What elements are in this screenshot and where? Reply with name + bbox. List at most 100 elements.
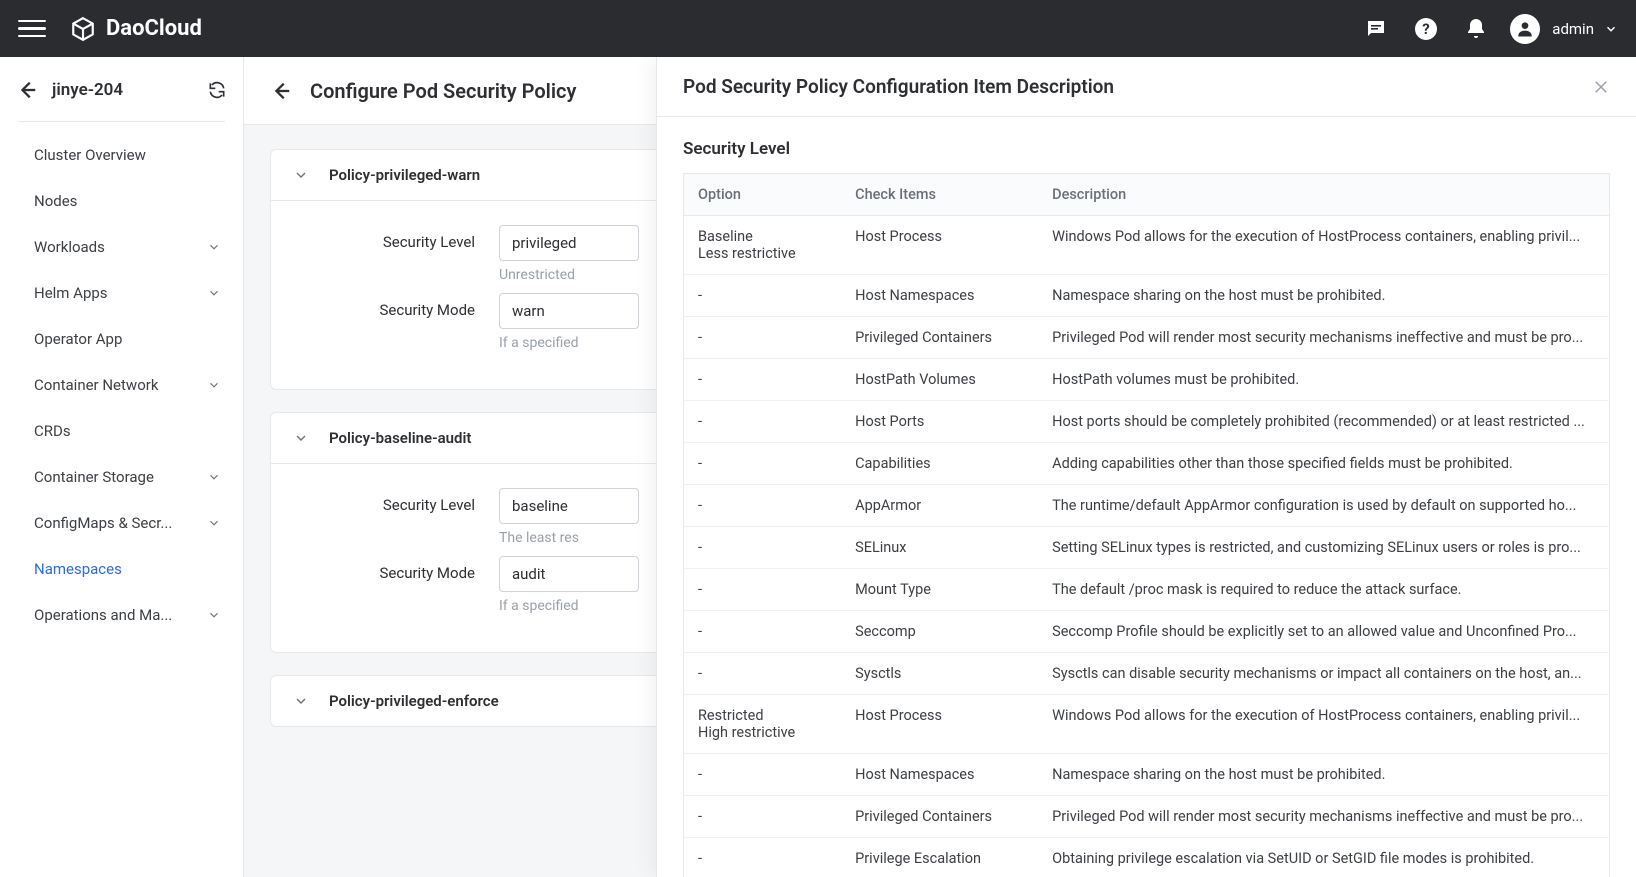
sidebar-item[interactable]: Nodes bbox=[0, 178, 243, 224]
table-row: -AppArmorThe runtime/default AppArmor co… bbox=[684, 485, 1610, 527]
messages-button[interactable] bbox=[1362, 15, 1390, 43]
divider bbox=[18, 121, 225, 122]
sidebar: jinye-204 Cluster Overview Nodes Workloads… bbox=[0, 57, 244, 877]
check-cell: Host Process bbox=[841, 695, 1038, 754]
page-title: Configure Pod Security Policy bbox=[310, 79, 576, 103]
chevron-down-icon bbox=[293, 167, 309, 183]
notifications-button[interactable] bbox=[1462, 15, 1490, 43]
sidebar-item[interactable]: Helm Apps bbox=[0, 270, 243, 316]
menu-toggle-button[interactable] bbox=[18, 15, 46, 43]
help-button[interactable]: ? bbox=[1412, 15, 1440, 43]
svg-text:?: ? bbox=[1423, 20, 1430, 38]
description-cell: Privileged Pod will render most security… bbox=[1038, 796, 1609, 838]
refresh-icon[interactable] bbox=[207, 80, 227, 100]
option-cell: - bbox=[684, 485, 842, 527]
description-cell: Host ports should be completely prohibit… bbox=[1038, 401, 1609, 443]
security-level-label: Security Level bbox=[299, 225, 499, 251]
policy-name: Policy-privileged-warn bbox=[329, 166, 480, 184]
username-label: admin bbox=[1552, 20, 1594, 38]
sidebar-item-label: Container Network bbox=[34, 376, 158, 394]
col-check: Check Items bbox=[841, 174, 1038, 216]
cluster-header: jinye-204 bbox=[0, 61, 243, 117]
sidebar-item-label: Cluster Overview bbox=[34, 146, 146, 164]
description-cell: Namespace sharing on the host must be pr… bbox=[1038, 754, 1609, 796]
security-level-select[interactable]: baseline bbox=[499, 488, 639, 524]
table-row: -HostPath VolumesHostPath volumes must b… bbox=[684, 359, 1610, 401]
back-arrow-icon[interactable] bbox=[16, 79, 38, 101]
description-cell: Windows Pod allows for the execution of … bbox=[1038, 695, 1609, 754]
sidebar-item-label: Operations and Ma... bbox=[34, 606, 172, 624]
topbar: DaoCloud ? admin bbox=[0, 0, 1636, 57]
table-row: -Host PortsHost ports should be complete… bbox=[684, 401, 1610, 443]
sidebar-item[interactable]: Cluster Overview bbox=[0, 132, 243, 178]
option-cell: RestrictedHigh restrictive bbox=[684, 695, 842, 754]
check-cell: Capabilities bbox=[841, 443, 1038, 485]
col-desc: Description bbox=[1038, 174, 1609, 216]
security-level-label: Security Level bbox=[299, 488, 499, 514]
chevron-down-icon bbox=[207, 286, 221, 300]
description-table: Option Check Items Description BaselineL… bbox=[683, 173, 1610, 877]
sidebar-item[interactable]: Container Storage bbox=[0, 454, 243, 500]
sidebar-item-label: Workloads bbox=[34, 238, 105, 256]
sidebar-item[interactable]: Operations and Ma... bbox=[0, 592, 243, 638]
user-icon bbox=[1515, 19, 1535, 39]
brand-logo[interactable]: DaoCloud bbox=[70, 16, 202, 42]
option-cell: BaselineLess restrictive bbox=[684, 216, 842, 275]
section-title: Security Level bbox=[683, 139, 1610, 159]
chevron-down-icon bbox=[293, 693, 309, 709]
main-area: Configure Pod Security Policy Policy-pri… bbox=[244, 57, 1636, 877]
drawer-title: Pod Security Policy Configuration Item D… bbox=[683, 75, 1114, 98]
sidebar-item[interactable]: Workloads bbox=[0, 224, 243, 270]
sidebar-item-label: Helm Apps bbox=[34, 284, 108, 302]
chevron-down-icon bbox=[207, 240, 221, 254]
check-cell: AppArmor bbox=[841, 485, 1038, 527]
description-cell: Windows Pod allows for the execution of … bbox=[1038, 216, 1609, 275]
option-cell: - bbox=[684, 754, 842, 796]
check-cell: Host Ports bbox=[841, 401, 1038, 443]
check-cell: Sysctls bbox=[841, 653, 1038, 695]
user-menu[interactable]: admin bbox=[1510, 14, 1618, 44]
sidebar-item[interactable]: Container Network bbox=[0, 362, 243, 408]
help-icon: ? bbox=[1414, 17, 1438, 41]
sidebar-item-label: Operator App bbox=[34, 330, 122, 348]
table-row: -Host NamespacesNamespace sharing on the… bbox=[684, 754, 1610, 796]
sidebar-item-label: Nodes bbox=[34, 192, 77, 210]
chevron-down-icon bbox=[293, 430, 309, 446]
description-cell: HostPath volumes must be prohibited. bbox=[1038, 359, 1609, 401]
chevron-down-icon bbox=[207, 516, 221, 530]
option-cell: - bbox=[684, 569, 842, 611]
drawer-body[interactable]: Security Level Option Check Items Descri… bbox=[657, 117, 1636, 877]
table-row: -CapabilitiesAdding capabilities other t… bbox=[684, 443, 1610, 485]
option-cell: - bbox=[684, 359, 842, 401]
security-mode-label: Security Mode bbox=[299, 293, 499, 319]
table-row: -SeccompSeccomp Profile should be explic… bbox=[684, 611, 1610, 653]
option-cell: - bbox=[684, 317, 842, 359]
check-cell: Seccomp bbox=[841, 611, 1038, 653]
policy-name: Policy-baseline-audit bbox=[329, 429, 471, 447]
cube-icon bbox=[70, 16, 96, 42]
sidebar-item-label: Namespaces bbox=[34, 560, 122, 578]
description-cell: Namespace sharing on the host must be pr… bbox=[1038, 275, 1609, 317]
sidebar-item[interactable]: ConfigMaps & Secr... bbox=[0, 500, 243, 546]
option-cell: - bbox=[684, 796, 842, 838]
description-cell: Privileged Pod will render most security… bbox=[1038, 317, 1609, 359]
sidebar-item-label: ConfigMaps & Secr... bbox=[34, 514, 172, 532]
chevron-down-icon bbox=[207, 470, 221, 484]
option-cell: - bbox=[684, 527, 842, 569]
sidebar-item[interactable]: CRDs bbox=[0, 408, 243, 454]
security-level-select[interactable]: privileged bbox=[499, 225, 639, 261]
check-cell: Host Namespaces bbox=[841, 754, 1038, 796]
table-row: BaselineLess restrictiveHost ProcessWind… bbox=[684, 216, 1610, 275]
description-drawer: Pod Security Policy Configuration Item D… bbox=[656, 57, 1636, 877]
page-back-button[interactable] bbox=[270, 80, 292, 102]
chevron-down-icon bbox=[207, 608, 221, 622]
check-cell: Host Process bbox=[841, 216, 1038, 275]
check-cell: SELinux bbox=[841, 527, 1038, 569]
table-row: -Privileged ContainersPrivileged Pod wil… bbox=[684, 796, 1610, 838]
sidebar-item[interactable]: Operator App bbox=[0, 316, 243, 362]
security-mode-select[interactable]: audit bbox=[499, 556, 639, 592]
close-icon[interactable] bbox=[1592, 78, 1610, 96]
description-cell: Setting SELinux types is restricted, and… bbox=[1038, 527, 1609, 569]
security-mode-select[interactable]: warn bbox=[499, 293, 639, 329]
sidebar-item[interactable]: Namespaces bbox=[0, 546, 243, 592]
